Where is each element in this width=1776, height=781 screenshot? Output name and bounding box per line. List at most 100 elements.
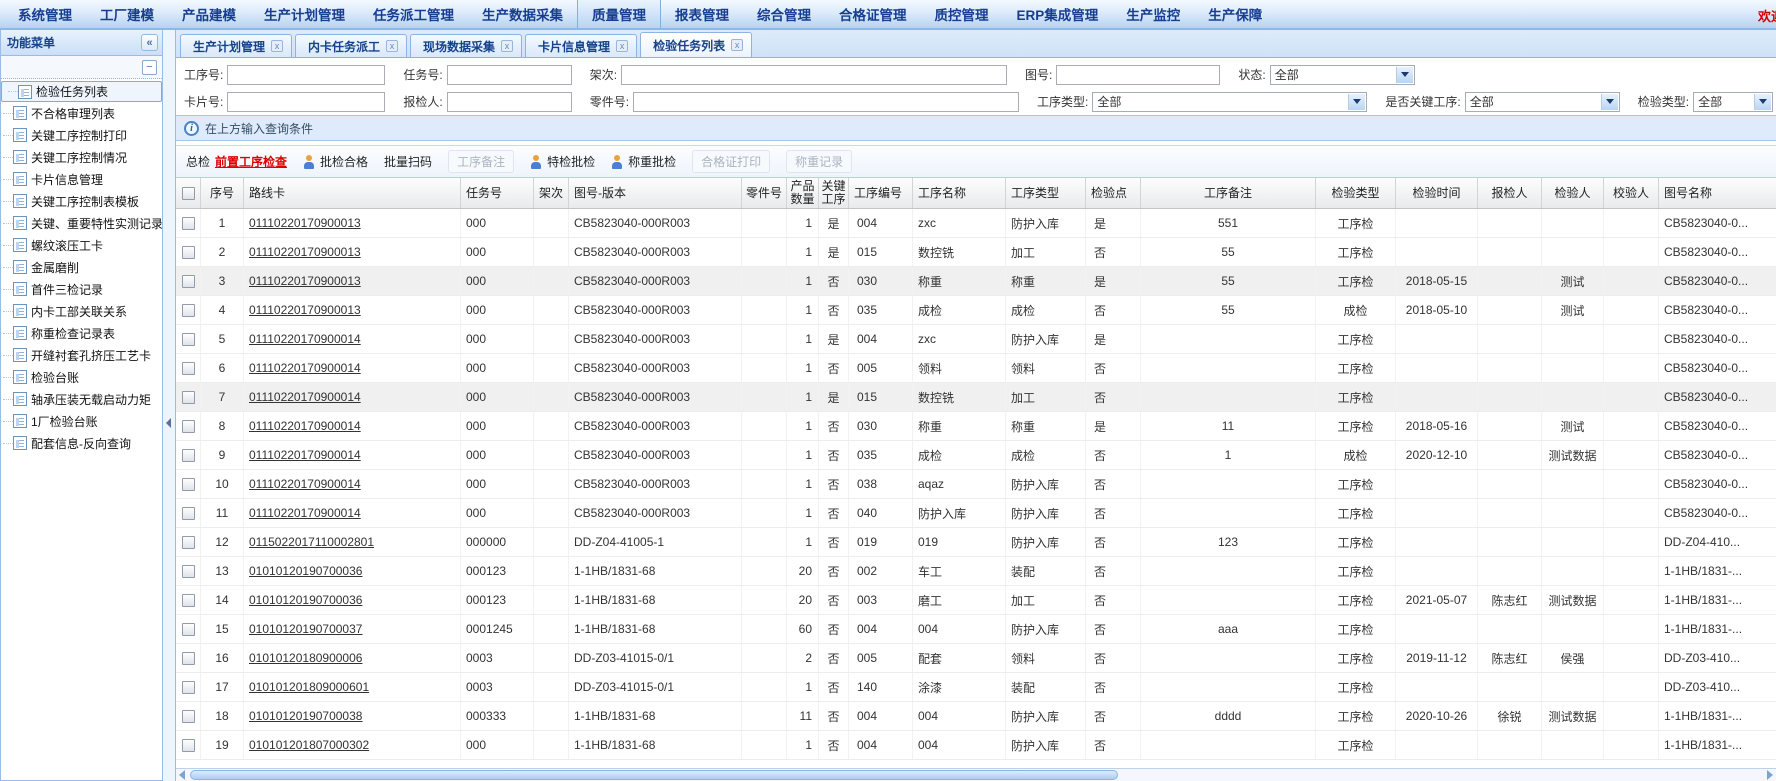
row-checkbox[interactable] (182, 275, 195, 288)
nav-item-12[interactable]: ERP集成管理 (1003, 0, 1113, 28)
sidebar-item[interactable]: 不合格审理列表 (1, 102, 162, 124)
sidebar-item[interactable]: 内卡工部关联关系 (1, 300, 162, 322)
nav-item-2[interactable]: 工厂建模 (86, 0, 168, 28)
nav-item-13[interactable]: 生产监控 (1112, 0, 1194, 28)
route-card-link[interactable]: 01110220170900013 (249, 274, 361, 288)
table-row[interactable]: 13010101201907000360001231-1HB/1831-6820… (176, 557, 1776, 586)
nav-item-10[interactable]: 合格证管理 (825, 0, 921, 28)
row-checkbox[interactable] (182, 536, 195, 549)
sidebar-item[interactable]: 轴承压装无载启动力矩 (1, 388, 162, 410)
nav-item-7[interactable]: 质量管理 (577, 0, 661, 28)
nav-item-1[interactable]: 系统管理 (4, 0, 86, 28)
row-checkbox[interactable] (182, 304, 195, 317)
route-card-link[interactable]: 010101201809000601 (249, 680, 369, 694)
tab-2[interactable]: 内卡任务派工x (295, 34, 407, 57)
chevron-down-icon[interactable] (1348, 94, 1365, 110)
route-card-link[interactable]: 01010120190700037 (249, 622, 362, 636)
filter-input-row2-3[interactable] (633, 92, 1019, 112)
column-header-8[interactable]: 产品 数量 (787, 178, 819, 208)
table-row[interactable]: 201110220170900013000CB5823040-000R0031是… (176, 238, 1776, 267)
row-checkbox[interactable] (182, 739, 195, 752)
table-row[interactable]: 601110220170900014000CB5823040-000R0031否… (176, 354, 1776, 383)
filter-input-row1-4[interactable] (1056, 65, 1220, 85)
sidebar-item[interactable]: 检验任务列表 (1, 81, 162, 102)
sidebar-item[interactable]: 检验台账 (1, 366, 162, 388)
route-card-link[interactable]: 01110220170900014 (249, 506, 361, 520)
column-header-7[interactable]: 零件号 (742, 178, 787, 208)
column-header-16[interactable]: 检验时间 (1396, 178, 1478, 208)
table-row[interactable]: 301110220170900013000CB5823040-000R0031否… (176, 267, 1776, 296)
tab-close-icon[interactable]: x (271, 40, 283, 52)
route-card-link[interactable]: 01010120190700036 (249, 564, 362, 578)
filter-select-row1-5[interactable]: 全部 (1270, 65, 1415, 85)
toolbar-button-1[interactable]: 总检前置工序检查 (186, 153, 287, 170)
tab-close-icon[interactable]: x (616, 40, 628, 52)
route-card-link[interactable]: 01110220170900014 (249, 477, 361, 491)
column-header-12[interactable]: 工序类型 (1006, 178, 1086, 208)
collapse-all-button[interactable]: − (142, 60, 157, 75)
tab-close-icon[interactable]: x (731, 39, 743, 51)
row-checkbox[interactable] (182, 217, 195, 230)
row-checkbox[interactable] (182, 449, 195, 462)
route-card-link[interactable]: 01110220170900014 (249, 332, 361, 346)
route-card-link[interactable]: 01110220170900013 (249, 216, 361, 230)
scrollbar-thumb[interactable] (190, 770, 1118, 780)
row-checkbox[interactable] (182, 594, 195, 607)
row-checkbox[interactable] (182, 681, 195, 694)
table-row[interactable]: 501110220170900014000CB5823040-000R0031是… (176, 325, 1776, 354)
sidebar-item[interactable]: 关键工序控制表模板 (1, 190, 162, 212)
tab-close-icon[interactable]: x (501, 40, 513, 52)
row-checkbox[interactable] (182, 333, 195, 346)
filter-input-row1-2[interactable] (447, 65, 572, 85)
column-header-18[interactable]: 检验人 (1542, 178, 1604, 208)
toolbar-button-3[interactable]: 批量扫码 (384, 153, 432, 170)
column-header-15[interactable]: 检验类型 (1316, 178, 1396, 208)
tab-4[interactable]: 卡片信息管理x (525, 34, 637, 57)
scroll-left-arrow-icon[interactable] (179, 770, 185, 780)
chevron-down-icon[interactable] (1754, 94, 1771, 110)
route-card-link[interactable]: 0115022017110002801 (249, 535, 374, 549)
sidebar-item[interactable]: 开缝衬套孔挤压工艺卡 (1, 344, 162, 366)
toolbar-button-6[interactable]: 称重批检 (611, 153, 676, 170)
horizontal-scrollbar[interactable] (176, 768, 1776, 781)
sidebar-splitter[interactable] (163, 30, 175, 781)
tab-5[interactable]: 检验任务列表x (640, 32, 752, 57)
sidebar-collapse-button[interactable]: « (141, 34, 158, 51)
select-all-checkbox[interactable] (182, 187, 195, 200)
nav-item-8[interactable]: 报表管理 (661, 0, 743, 28)
table-row[interactable]: 401110220170900013000CB5823040-000R0031否… (176, 296, 1776, 325)
table-row[interactable]: 120115022017110002801000000DD-Z04-41005-… (176, 528, 1776, 557)
chevron-down-icon[interactable] (1601, 94, 1618, 110)
table-row[interactable]: 16010101201809000060003DD-Z03-41015-0/12… (176, 644, 1776, 673)
filter-select-row2-6[interactable]: 全部 (1693, 92, 1773, 112)
nav-item-4[interactable]: 生产计划管理 (250, 0, 359, 28)
table-row[interactable]: 901110220170900014000CB5823040-000R0031否… (176, 441, 1776, 470)
table-row[interactable]: 701110220170900014000CB5823040-000R0031是… (176, 383, 1776, 412)
sidebar-item[interactable]: 称重检查记录表 (1, 322, 162, 344)
scroll-right-arrow-icon[interactable] (1767, 770, 1773, 780)
column-header-20[interactable]: 图号名称 (1659, 178, 1776, 208)
toolbar-button-5[interactable]: 特检批检 (530, 153, 595, 170)
column-header-4[interactable]: 任务号 (461, 178, 534, 208)
sidebar-item[interactable]: 螺纹滚压工卡 (1, 234, 162, 256)
table-row[interactable]: 190101012018070003020001-1HB/1831-681否00… (176, 731, 1776, 760)
column-header-9[interactable]: 关键 工序 (819, 178, 849, 208)
sidebar-item[interactable]: 金属磨削 (1, 256, 162, 278)
tab-3[interactable]: 现场数据采集x (410, 34, 522, 57)
row-checkbox[interactable] (182, 391, 195, 404)
column-header-10[interactable]: 工序编号 (849, 178, 913, 208)
route-card-link[interactable]: 01110220170900013 (249, 245, 361, 259)
column-header-1[interactable] (176, 178, 201, 208)
filter-select-row2-5[interactable]: 全部 (1465, 92, 1620, 112)
filter-select-row2-4[interactable]: 全部 (1092, 92, 1367, 112)
toolbar-button-2[interactable]: 批检合格 (303, 153, 368, 170)
table-row[interactable]: 1101110220170900014000CB5823040-000R0031… (176, 499, 1776, 528)
filter-input-row2-1[interactable] (227, 92, 385, 112)
column-header-17[interactable]: 报检人 (1478, 178, 1542, 208)
toolbar-button-7[interactable]: 合格证打印 (692, 150, 770, 173)
row-checkbox[interactable] (182, 478, 195, 491)
column-header-11[interactable]: 工序名称 (913, 178, 1006, 208)
table-row[interactable]: 14010101201907000360001231-1HB/1831-6820… (176, 586, 1776, 615)
sidebar-item[interactable]: 首件三检记录 (1, 278, 162, 300)
column-header-6[interactable]: 图号-版本 (569, 178, 742, 208)
